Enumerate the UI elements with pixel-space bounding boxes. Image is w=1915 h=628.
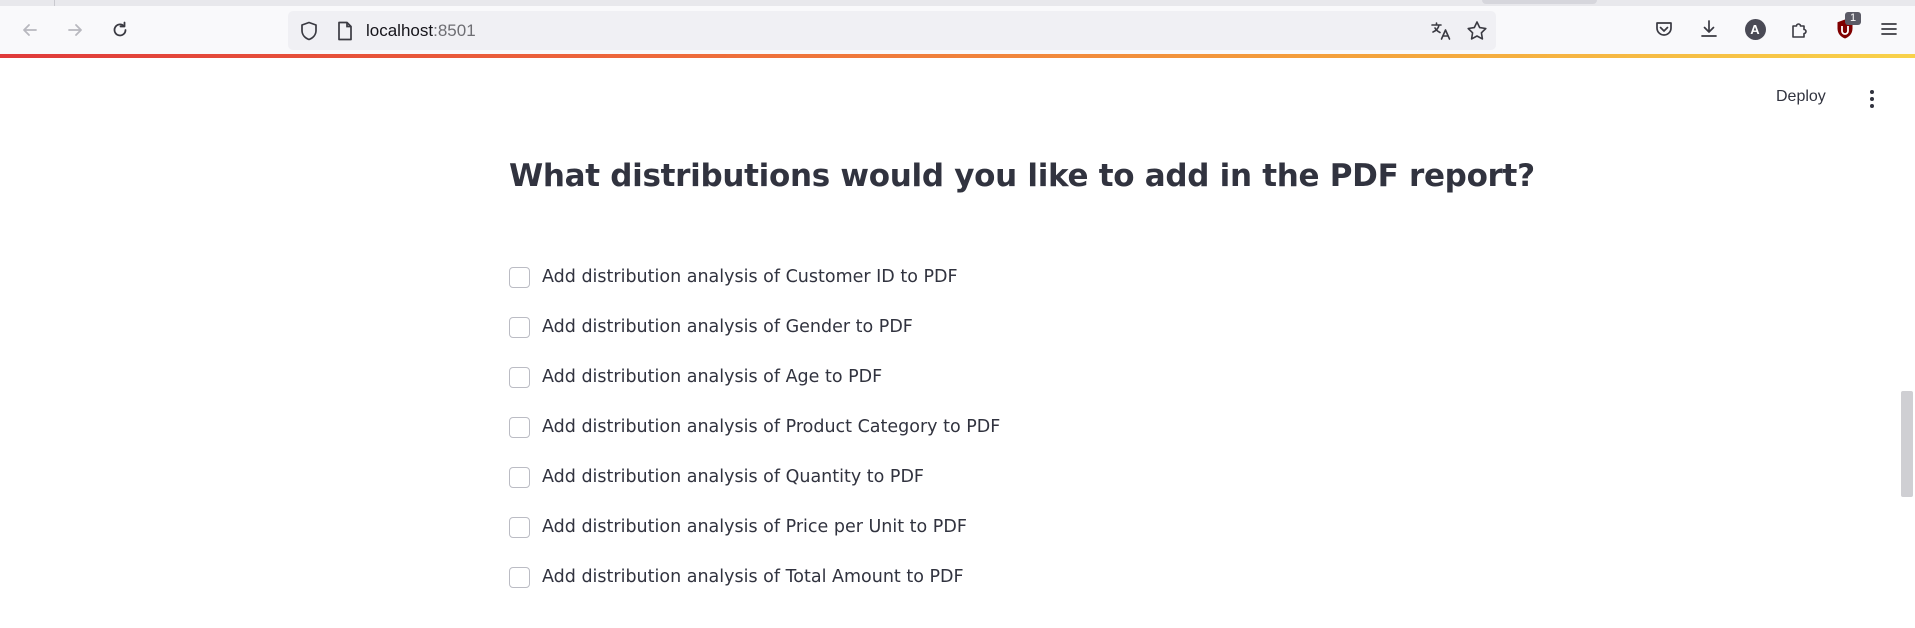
translate-icon[interactable]: [1429, 19, 1453, 43]
download-icon: [1701, 20, 1717, 37]
checkbox-label[interactable]: Add distribution analysis of Customer ID…: [542, 267, 958, 287]
back-button[interactable]: [15, 15, 45, 45]
page-title: What distributions would you like to add…: [509, 158, 1535, 194]
downloads-button[interactable]: [1697, 17, 1721, 41]
checkbox-quantity[interactable]: Add distribution analysis of Quantity to…: [509, 462, 924, 492]
bookmark-star-icon[interactable]: [1465, 19, 1489, 43]
checkbox-label[interactable]: Add distribution analysis of Price per U…: [542, 517, 967, 537]
checkbox-square[interactable]: [509, 566, 530, 588]
tab-strip: [0, 0, 1915, 6]
url-text[interactable]: localhost:8501: [366, 21, 476, 41]
checkbox-square[interactable]: [509, 516, 530, 538]
ublock-badge: 1: [1845, 12, 1861, 25]
reload-icon: [113, 21, 127, 37]
checkbox-square[interactable]: [509, 416, 530, 438]
checkbox-gender[interactable]: Add distribution analysis of Gender to P…: [509, 312, 913, 342]
arrow-right-icon: [68, 24, 82, 36]
pocket-button[interactable]: [1652, 17, 1676, 41]
ublock-button[interactable]: 1: [1832, 12, 1861, 41]
ublock-icon: 1: [1834, 12, 1861, 40]
pocket-icon: [1656, 22, 1672, 36]
checkbox-square[interactable]: [509, 266, 530, 288]
checkbox-age[interactable]: Add distribution analysis of Age to PDF: [509, 362, 882, 392]
account-avatar: A: [1744, 18, 1766, 40]
shield-icon[interactable]: [298, 20, 320, 42]
menu-button[interactable]: [1877, 17, 1901, 41]
browser-toolbar: localhost:8501 A 1: [0, 0, 1915, 58]
checkbox-customer-id[interactable]: Add distribution analysis of Customer ID…: [509, 262, 958, 292]
checkbox-label[interactable]: Add distribution analysis of Gender to P…: [542, 317, 913, 337]
streamlit-app: Deploy What distributions would you like…: [0, 58, 1915, 628]
checkbox-square[interactable]: [509, 316, 530, 338]
page-info-icon[interactable]: [334, 20, 356, 42]
checkbox-total-amount[interactable]: Add distribution analysis of Total Amoun…: [509, 562, 964, 592]
checkbox-label[interactable]: Add distribution analysis of Total Amoun…: [542, 567, 964, 587]
tab-strip-tab[interactable]: [1482, 0, 1597, 4]
checkbox-square[interactable]: [509, 366, 530, 388]
reload-button[interactable]: [105, 15, 135, 45]
checkbox-price-per-unit[interactable]: Add distribution analysis of Price per U…: [509, 512, 967, 542]
arrow-left-icon: [23, 24, 37, 36]
puzzle-icon: [1792, 23, 1807, 38]
forward-button[interactable]: [60, 15, 90, 45]
main-menu-button[interactable]: [1863, 88, 1881, 110]
checkbox-square[interactable]: [509, 466, 530, 488]
url-port: :8501: [433, 21, 476, 40]
address-bar[interactable]: localhost:8501: [288, 11, 1496, 50]
scrollbar-thumb[interactable]: [1901, 391, 1913, 497]
scrollbar-track[interactable]: [1899, 58, 1915, 628]
account-button[interactable]: A: [1743, 17, 1767, 41]
checkbox-label[interactable]: Add distribution analysis of Age to PDF: [542, 367, 882, 387]
kebab-dot: [1870, 90, 1874, 94]
checkbox-label[interactable]: Add distribution analysis of Quantity to…: [542, 467, 924, 487]
tab-divider: [54, 0, 55, 6]
checkbox-label[interactable]: Add distribution analysis of Product Cat…: [542, 417, 1000, 437]
url-host: localhost: [366, 21, 434, 40]
hamburger-icon: [1881, 23, 1897, 35]
kebab-dot: [1870, 97, 1874, 101]
kebab-dot: [1870, 104, 1874, 108]
deploy-button[interactable]: Deploy: [1776, 88, 1826, 106]
checkbox-product-category[interactable]: Add distribution analysis of Product Cat…: [509, 412, 1000, 442]
extensions-button[interactable]: [1787, 17, 1811, 41]
